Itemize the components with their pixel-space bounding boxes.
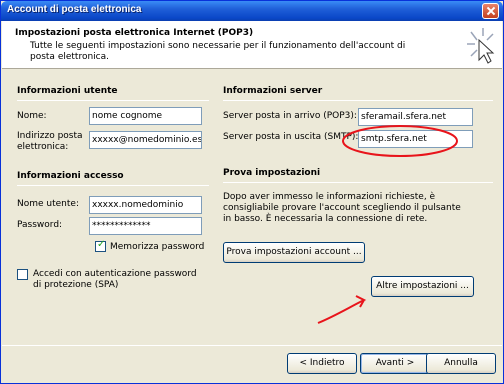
email-label: Indirizzo posta elettronica: (17, 131, 83, 152)
footer-divider (2, 345, 502, 346)
close-icon[interactable] (482, 3, 499, 19)
back-button[interactable]: < Indietro (287, 353, 357, 374)
divider (17, 185, 209, 186)
password-label: Password: (17, 220, 63, 230)
remember-password-label: Memorizza password (110, 242, 205, 252)
name-input[interactable]: nome cognome (89, 107, 202, 125)
next-button[interactable]: Avanti > (360, 353, 430, 374)
access-info-title: Informazioni accesso (17, 171, 124, 181)
remember-password-checkbox[interactable] (95, 239, 106, 252)
divider (223, 100, 493, 101)
settings-panel: Informazioni utente Nome: nome cognome I… (7, 72, 499, 344)
incoming-server-input[interactable]: sferamail.sfera.net (358, 108, 473, 126)
spa-checkbox[interactable] (17, 269, 28, 280)
username-input[interactable]: xxxxx.nomedominio (89, 196, 202, 214)
header-subtitle: Tutte le seguenti impostazioni sono nece… (30, 41, 406, 62)
email-input[interactable]: xxxxx@nomedominio.est (89, 131, 202, 149)
test-settings-title: Prova impostazioni (223, 168, 321, 178)
outgoing-server-input[interactable]: smtp.sfera.net (358, 130, 473, 148)
test-description: Dopo aver immesso le informazioni richie… (223, 192, 461, 224)
outgoing-server-label: Server posta in uscita (SMTP): (223, 132, 359, 142)
server-info-title: Informazioni server (223, 86, 323, 96)
account-settings-window: Account di posta elettronica Impostazion… (0, 0, 504, 384)
name-label: Nome: (17, 111, 47, 121)
header-title: Impostazioni posta elettronica Internet … (15, 28, 254, 38)
username-label: Nome utente: (17, 199, 79, 209)
window-title: Account di posta elettronica (7, 4, 142, 15)
password-input[interactable]: ************* (89, 217, 202, 235)
test-account-button[interactable]: Prova impostazioni account ... (223, 242, 365, 263)
divider (17, 100, 209, 101)
incoming-server-label: Server posta in arrivo (POP3): (223, 111, 357, 121)
title-bar[interactable]: Account di posta elettronica (1, 1, 503, 21)
cancel-button[interactable]: Annulla (426, 353, 496, 374)
more-settings-button[interactable]: Altre impostazioni ... (371, 276, 474, 297)
wizard-sparkle-icon (467, 28, 495, 64)
user-info-title: Informazioni utente (17, 86, 118, 96)
spa-label: Accedi con autenticazione password di pr… (33, 269, 197, 290)
divider (223, 182, 493, 183)
wizard-header: Impostazioni posta elettronica Internet … (2, 21, 502, 69)
